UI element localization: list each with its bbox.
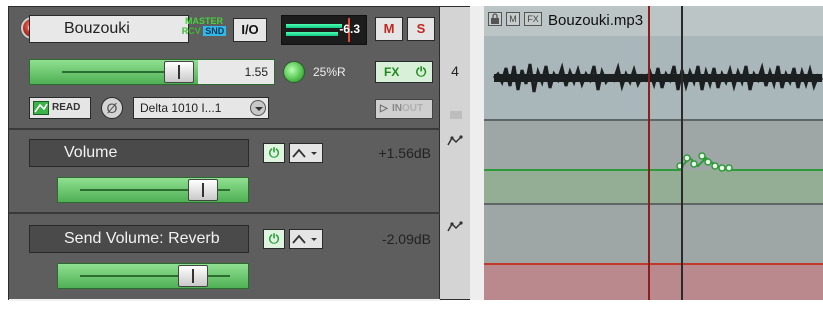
- fx-label: FX: [384, 65, 400, 79]
- io-button[interactable]: I/O: [233, 18, 267, 42]
- envelope-icon[interactable]: [440, 221, 470, 236]
- master-label: MASTER: [185, 16, 223, 26]
- track-control-panel: Bouzouki MASTER RCV SND I/O -6.3 M S 1.5…: [8, 6, 441, 301]
- track-number-strip: 4: [440, 6, 470, 300]
- volume-fader-knob[interactable]: [164, 61, 194, 83]
- send-envelope-mode-button[interactable]: [289, 229, 323, 249]
- folder-icon: [450, 111, 462, 119]
- pan-value: 25%R: [313, 65, 346, 79]
- play-icon: ▷: [380, 103, 388, 114]
- arrange-view[interactable]: M FX Bouzouki.mp3: [484, 6, 823, 300]
- send-envelope-curve: [484, 263, 823, 265]
- volume-envelope-mode-button[interactable]: [289, 143, 323, 163]
- media-item-title: Bouzouki.mp3: [548, 12, 644, 29]
- monitor-label-dim: OUT: [402, 103, 424, 114]
- monitor-button[interactable]: ▷ INOUT: [375, 99, 433, 119]
- volume-envelope-value: +1.56dB: [378, 145, 431, 161]
- master-send-indicator[interactable]: MASTER RCV SND: [177, 17, 231, 36]
- volume-fader[interactable]: 1.55: [29, 59, 275, 85]
- send-envelope-fader-knob[interactable]: [178, 265, 208, 287]
- automation-mode-label: READ: [52, 102, 81, 113]
- automation-mode-button[interactable]: READ: [29, 97, 91, 119]
- monitor-label: IN: [392, 103, 402, 114]
- volume-envelope-name: Volume: [29, 139, 249, 167]
- track-name: Bouzouki: [64, 20, 130, 37]
- rcv-label: RCV: [181, 26, 201, 36]
- send-envelope-value: -2.09dB: [381, 231, 431, 247]
- meter-readout: -6.3: [339, 22, 360, 36]
- volume-envelope-fader[interactable]: [57, 177, 249, 203]
- track-meter: -6.3: [281, 15, 367, 45]
- input-dropdown[interactable]: Delta 1010 I...1: [133, 97, 269, 119]
- send-envelope-name: Send Volume: Reverb: [29, 225, 249, 253]
- panel-divider[interactable]: [470, 6, 484, 300]
- volume-readout: 1.55: [244, 65, 268, 79]
- dropdown-icon: [250, 100, 266, 116]
- envelope-icon[interactable]: [440, 135, 470, 150]
- edit-cursor[interactable]: [681, 6, 683, 300]
- item-fx-icon[interactable]: FX: [524, 12, 542, 26]
- track-name-field[interactable]: Bouzouki: [29, 15, 189, 43]
- lane-divider: [484, 119, 823, 121]
- volume-envelope-fader-knob[interactable]: [188, 179, 218, 201]
- panel-bottom-edge: [9, 299, 441, 301]
- fx-button[interactable]: FX ⏻: [375, 61, 433, 83]
- volume-envelope-power-button[interactable]: ⏻: [263, 143, 285, 163]
- lock-icon[interactable]: [488, 12, 502, 26]
- reaper-window: Bouzouki MASTER RCV SND I/O -6.3 M S 1.5…: [0, 0, 823, 310]
- volume-envelope-curve: [484, 152, 823, 172]
- mute-button[interactable]: M: [375, 17, 403, 41]
- envelope-separator: [9, 212, 441, 214]
- lane-divider: [484, 203, 823, 205]
- phase-invert-button[interactable]: Ø: [101, 97, 123, 119]
- solo-button[interactable]: S: [407, 17, 435, 41]
- track-separator: [9, 128, 441, 130]
- send-envelope-power-button[interactable]: ⏻: [263, 229, 285, 249]
- fx-power-icon[interactable]: ⏻: [416, 62, 426, 82]
- waveform: [484, 36, 823, 120]
- pan-knob[interactable]: [283, 61, 305, 83]
- playhead[interactable]: [648, 6, 650, 300]
- track-number: 4: [451, 63, 459, 79]
- snd-label: SND: [203, 26, 227, 36]
- automation-icon: [33, 101, 49, 115]
- input-name: Delta 1010 I...1: [140, 101, 222, 115]
- item-mute-icon[interactable]: M: [506, 12, 520, 26]
- send-envelope-fader[interactable]: [57, 263, 249, 289]
